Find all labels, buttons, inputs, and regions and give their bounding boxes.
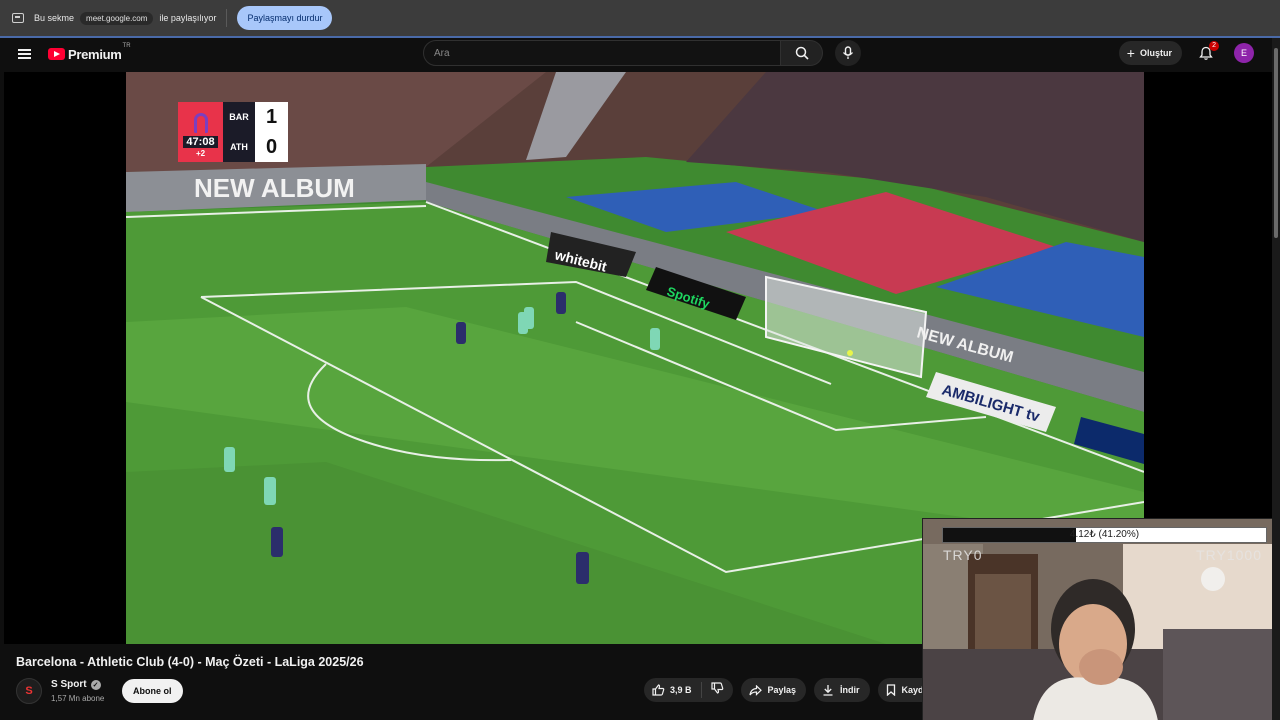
tab-share-icon: [12, 13, 24, 23]
scorebug-scores: 1 0: [255, 102, 288, 162]
scrollbar-thumb[interactable]: [1274, 48, 1278, 238]
search-bar: Ara: [423, 40, 861, 66]
share-suffix-text: ile paylaşılıyor: [159, 13, 217, 23]
channel-name[interactable]: S Sport ✓: [51, 679, 101, 690]
search-button[interactable]: [781, 40, 823, 66]
voice-search-button[interactable]: [835, 40, 861, 66]
menu-icon[interactable]: [18, 49, 31, 59]
progress-text: 4.12₺ (41.20%): [1069, 529, 1140, 540]
scorebug-teams: BAR ATH: [223, 102, 255, 162]
channel-name-text: S Sport: [51, 679, 87, 690]
bookmark-icon: [886, 684, 896, 696]
added-time: +2: [195, 149, 206, 158]
away-score: 0: [265, 135, 278, 158]
scorebug-clock: 47:08 +2: [178, 102, 223, 162]
like-button[interactable]: 3,9 B: [644, 682, 702, 698]
stop-sharing-button[interactable]: Paylaşmayı durdur: [237, 6, 333, 30]
donation-progress-bar: 4.12₺ (41.20%): [942, 527, 1267, 543]
progress-min-label: TRY0: [943, 547, 983, 563]
home-score: 1: [265, 105, 278, 128]
away-team: ATH: [230, 142, 248, 152]
account-avatar[interactable]: E: [1234, 43, 1254, 63]
download-label: İndir: [840, 685, 860, 695]
create-label: Oluştur: [1139, 48, 1172, 58]
shared-site-chip: meet.google.com: [80, 11, 154, 25]
subscribe-button[interactable]: Abone ol: [122, 679, 183, 703]
search-icon: [795, 46, 809, 60]
youtube-logo[interactable]: Premium TR: [48, 43, 131, 62]
notifications-button[interactable]: 2: [1196, 41, 1219, 63]
thumbs-up-icon: [652, 684, 665, 696]
like-dislike-group: 3,9 B: [644, 678, 733, 702]
microphone-icon: [842, 46, 854, 59]
divider: [226, 9, 228, 27]
match-scorebug: 47:08 +2 BAR ATH 1 0: [178, 102, 288, 162]
share-label: Paylaş: [767, 685, 797, 695]
progress-max-label: TRY1000: [1196, 547, 1262, 563]
save-label: Kayd: [901, 685, 924, 695]
create-button[interactable]: + Oluştur: [1118, 41, 1182, 65]
video-actions: 3,9 B Paylaş İndir Kayd: [644, 678, 942, 702]
awareness-ribbon-icon: [193, 113, 208, 133]
home-team: BAR: [229, 112, 249, 122]
page-scrollbar[interactable]: [1272, 38, 1280, 720]
like-count: 3,9 B: [670, 685, 692, 695]
youtube-play-icon: [48, 48, 65, 60]
notification-badge: 2: [1209, 41, 1219, 51]
masthead-actions: + Oluştur 2 E: [1118, 41, 1254, 65]
logo-wordmark: Premium: [68, 46, 122, 62]
match-time: 47:08: [183, 136, 218, 148]
channel-avatar[interactable]: S: [16, 678, 42, 704]
country-code: TR: [122, 42, 131, 49]
verified-icon: ✓: [90, 679, 101, 690]
share-arrow-icon: [748, 684, 762, 696]
youtube-masthead: Premium TR Ara + Oluştur 2 E: [0, 38, 1272, 70]
subscriber-count: 1,57 Mn abone: [51, 694, 105, 703]
thumbs-down-icon: [710, 681, 724, 699]
screen-share-bar: Bu sekme meet.google.com ile paylaşılıyo…: [0, 0, 1280, 36]
share-button[interactable]: Paylaş: [740, 678, 807, 702]
dislike-button[interactable]: [702, 681, 733, 699]
share-prefix-text: Bu sekme: [34, 13, 75, 23]
download-button[interactable]: İndir: [814, 678, 870, 702]
plus-icon: +: [1126, 45, 1135, 61]
search-input[interactable]: Ara: [423, 40, 781, 66]
download-icon: [822, 684, 834, 696]
svg-text:NEW ALBUM: NEW ALBUM: [194, 173, 355, 203]
webcam-overlay: 4.12₺ (41.20%) TRY0 TRY1000: [922, 518, 1272, 720]
video-title: Barcelona - Athletic Club (4-0) - Maç Öz…: [16, 655, 364, 669]
